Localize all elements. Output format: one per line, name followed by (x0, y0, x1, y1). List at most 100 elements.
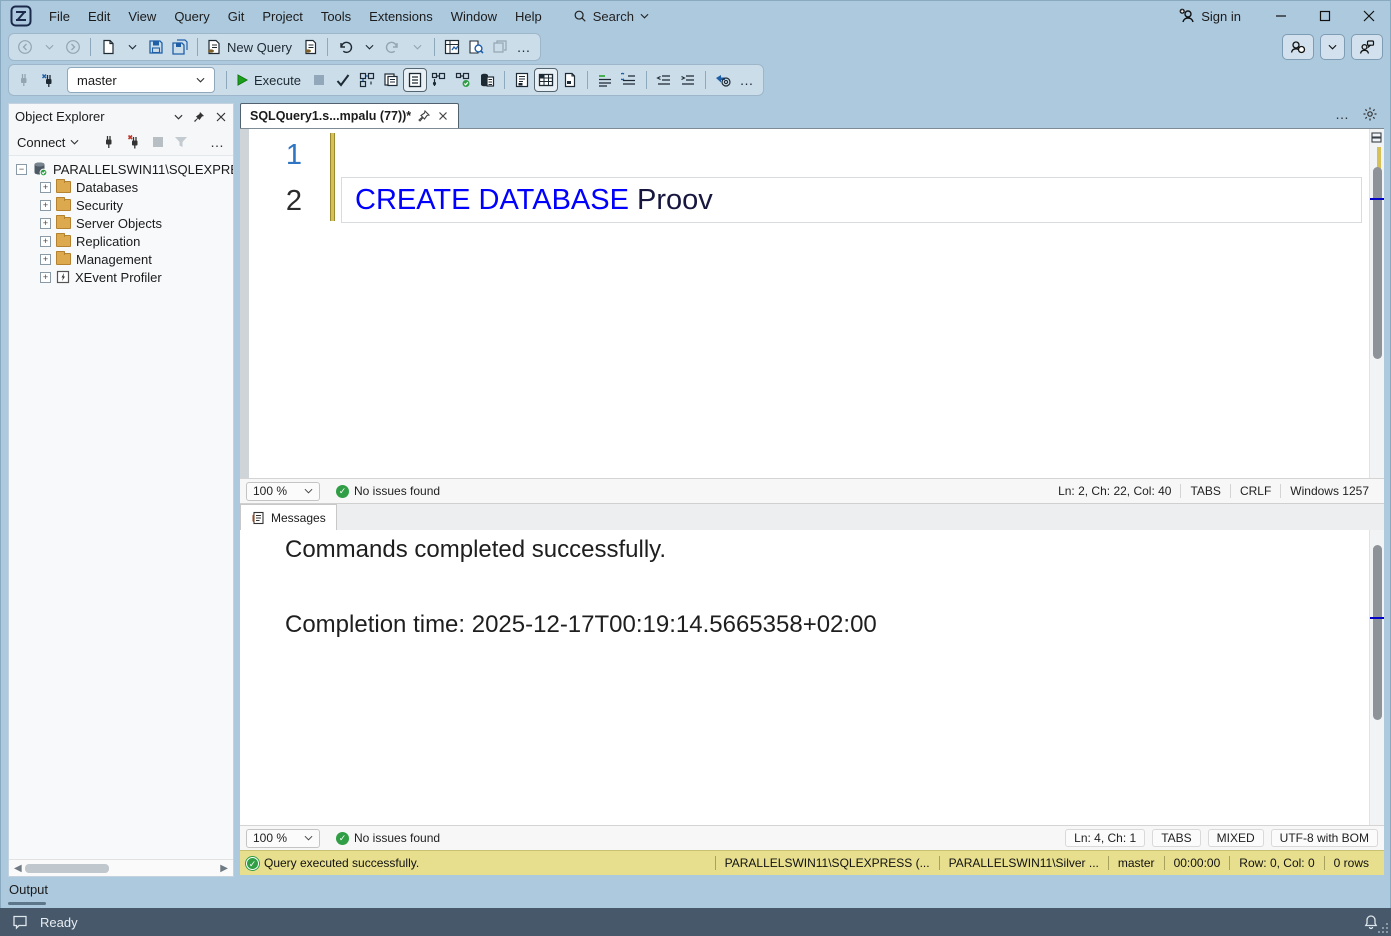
decrease-indent-button[interactable] (652, 68, 676, 92)
menu-view[interactable]: View (119, 5, 165, 28)
new-file-dropdown[interactable] (120, 35, 144, 59)
expand-icon[interactable]: + (40, 236, 51, 247)
output-tab[interactable]: Output (9, 882, 48, 897)
query-document-tab[interactable]: SQLQuery1.s...mpalu (77))* (240, 103, 459, 128)
navigate-back-button[interactable] (13, 35, 37, 59)
redo-button[interactable] (381, 35, 405, 59)
editor-caret-position[interactable]: Ln: 2, Ch: 22, Col: 40 (1049, 484, 1180, 498)
messages-scroll-thumb[interactable] (1373, 545, 1382, 720)
scroll-right-arrow[interactable]: ▶ (220, 863, 228, 874)
search-control[interactable]: Search (565, 6, 657, 27)
menu-help[interactable]: Help (506, 5, 551, 28)
menu-extensions[interactable]: Extensions (360, 5, 442, 28)
tab-list-overflow-button[interactable]: … (1335, 106, 1350, 122)
panel-options-chevron-icon[interactable] (174, 114, 183, 120)
editor-encoding[interactable]: Windows 1257 (1280, 484, 1378, 498)
change-connection-button[interactable] (37, 68, 61, 92)
new-query-button[interactable]: New Query (203, 35, 298, 59)
cancel-query-button[interactable] (307, 68, 331, 92)
minimize-button[interactable] (1259, 0, 1303, 32)
messages-tabs-mode[interactable]: TABS (1152, 829, 1200, 847)
available-databases-dropdown[interactable]: master (67, 67, 215, 93)
save-all-button[interactable] (168, 35, 192, 59)
object-explorer-header[interactable]: Object Explorer (9, 104, 233, 129)
live-query-statistics-button[interactable] (451, 68, 475, 92)
open-query-file-button[interactable] (298, 35, 322, 59)
toolbar-overflow-button[interactable]: … (512, 35, 536, 59)
connected-login[interactable]: PARALLELSWIN11\Silver ... (939, 856, 1108, 870)
scroll-left-arrow[interactable]: ◀ (14, 863, 22, 874)
messages-encoding[interactable]: UTF-8 with BOM (1271, 829, 1378, 847)
collapse-expander-icon[interactable]: − (16, 164, 27, 175)
oe-stop-icon[interactable] (152, 136, 164, 148)
tree-item-xevent-profiler[interactable]: + XEvent Profiler (9, 268, 233, 286)
intellisense-enabled-toggle[interactable] (403, 68, 427, 92)
execute-button[interactable]: Execute (232, 68, 307, 92)
user-accounts-button[interactable] (1282, 34, 1314, 60)
menu-window[interactable]: Window (442, 5, 506, 28)
menu-query[interactable]: Query (165, 5, 218, 28)
messages-pane[interactable]: Commands completed successfully. Complet… (240, 530, 1384, 825)
splitter-handle-icon[interactable] (1370, 131, 1383, 144)
tree-item-server[interactable]: − PARALLELSWIN11\SQLEXPRESS (SQ (9, 160, 233, 178)
tree-item-databases[interactable]: + Databases (9, 178, 233, 196)
sql-editor[interactable]: 1 2 CREATE DATABASE Proov (240, 128, 1384, 478)
messages-issues-indicator[interactable]: ✓ No issues found (336, 831, 440, 845)
connected-server[interactable]: PARALLELSWIN11\SQLEXPRESS (... (715, 856, 939, 870)
redo-dropdown[interactable] (405, 35, 429, 59)
messages-mixed-mode[interactable]: MIXED (1208, 829, 1264, 847)
new-file-button[interactable] (96, 35, 120, 59)
gear-icon[interactable] (1362, 106, 1378, 122)
results-to-text-button[interactable] (510, 68, 534, 92)
parse-button[interactable] (331, 68, 355, 92)
include-actual-plan-button[interactable] (427, 68, 451, 92)
messages-vertical-scrollbar[interactable] (1369, 530, 1384, 825)
editor-zoom-dropdown[interactable]: 100 % (246, 482, 320, 501)
pin-tab-icon[interactable] (418, 110, 430, 122)
filter-icon[interactable] (173, 134, 189, 150)
close-tab-icon[interactable] (437, 110, 449, 122)
editor-vertical-scrollbar[interactable] (1369, 129, 1384, 478)
find-in-files-button[interactable] (464, 35, 488, 59)
connect-dropdown[interactable]: Connect (17, 135, 79, 150)
increase-indent-button[interactable] (676, 68, 700, 92)
editor-line-endings[interactable]: CRLF (1230, 484, 1280, 498)
expand-icon[interactable]: + (40, 200, 51, 211)
navigate-forward-button[interactable] (61, 35, 85, 59)
code-line-2[interactable]: CREATE DATABASE Proov (355, 177, 713, 223)
editor-scroll-thumb[interactable] (1373, 167, 1382, 359)
menu-file[interactable]: File (40, 5, 79, 28)
current-database[interactable]: master (1108, 856, 1164, 870)
messages-caret-position[interactable]: Ln: 4, Ch: 1 (1065, 829, 1145, 847)
query-toolbar-overflow-button[interactable]: … (735, 68, 759, 92)
client-statistics-button[interactable] (475, 68, 499, 92)
expand-icon[interactable]: + (40, 254, 51, 265)
send-feedback-button[interactable] (1351, 34, 1383, 60)
maximize-button[interactable] (1303, 0, 1347, 32)
ide-navigator-button[interactable] (488, 35, 512, 59)
results-to-file-button[interactable] (558, 68, 582, 92)
expand-icon[interactable]: + (40, 272, 51, 283)
close-button[interactable] (1347, 0, 1391, 32)
comment-lines-button[interactable] (593, 68, 617, 92)
editor-tabs-mode[interactable]: TABS (1180, 484, 1229, 498)
menu-tools[interactable]: Tools (312, 5, 360, 28)
messages-tab[interactable]: Messages (240, 504, 337, 530)
tree-item-security[interactable]: + Security (9, 196, 233, 214)
menu-git[interactable]: Git (219, 5, 254, 28)
display-estimated-plan-button[interactable] (355, 68, 379, 92)
save-button[interactable] (144, 35, 168, 59)
activity-monitor-button[interactable] (440, 35, 464, 59)
console-bubble-icon[interactable] (12, 914, 28, 930)
pin-icon[interactable] (193, 111, 205, 123)
results-to-grid-button[interactable] (534, 68, 558, 92)
undo-dropdown[interactable] (357, 35, 381, 59)
tree-item-server-objects[interactable]: + Server Objects (9, 214, 233, 232)
oe-overflow-button[interactable]: … (210, 134, 225, 150)
back-dropdown[interactable] (37, 35, 61, 59)
resize-grip[interactable] (1375, 920, 1389, 934)
expand-icon[interactable]: + (40, 182, 51, 193)
query-options-button[interactable] (379, 68, 403, 92)
horizontal-scroll-thumb[interactable] (25, 864, 109, 873)
close-panel-icon[interactable] (215, 111, 227, 123)
